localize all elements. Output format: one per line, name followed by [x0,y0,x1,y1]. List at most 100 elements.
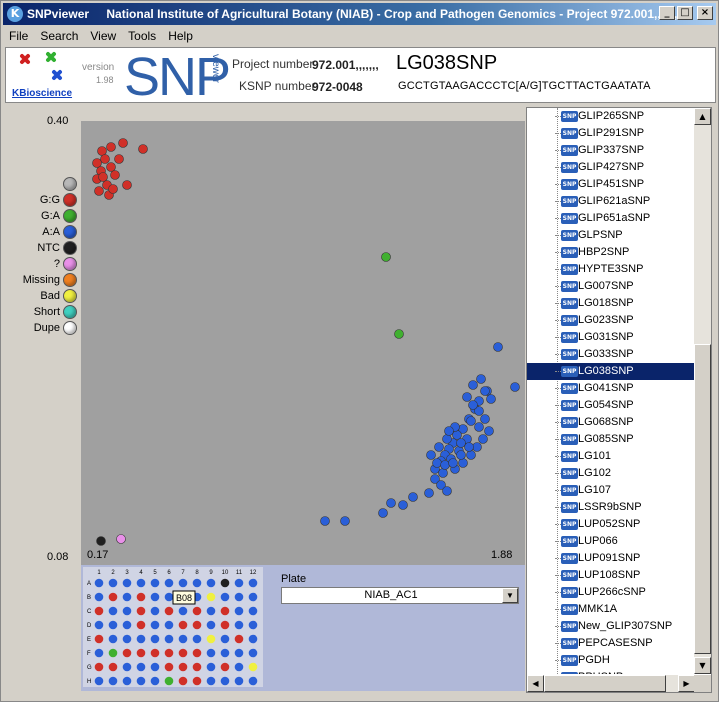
plate-well[interactable] [122,676,132,686]
snp-list-item[interactable]: SNPPPHSNP [527,669,695,674]
snp-list-item[interactable]: SNP LUP052SNP [527,516,695,533]
sample-point[interactable] [480,414,490,424]
plate-well[interactable] [122,662,132,672]
sample-point[interactable] [452,430,462,440]
snp-list-item[interactable]: SNP LG018SNP [527,295,695,312]
plate-well[interactable] [122,578,132,588]
plate-well[interactable] [178,578,188,588]
sample-point[interactable] [468,380,478,390]
cluster-plot[interactable] [81,121,525,565]
cluster-scatter[interactable] [81,121,525,551]
snp-list-item[interactable]: SNP MMK1A [527,601,695,618]
sample-point[interactable] [510,382,520,392]
snp-list-item[interactable]: SNP GLIP451SNP [527,176,695,193]
sample-point[interactable] [432,458,442,468]
plate-well[interactable] [94,606,104,616]
sample-point[interactable] [408,492,418,502]
plate-well[interactable] [206,662,216,672]
snp-list-item[interactable]: SNP LG102 [527,465,695,482]
sample-point[interactable] [394,329,404,339]
sample-point[interactable] [116,534,126,544]
plate-well[interactable] [248,662,258,672]
snp-list-item[interactable]: SNP LG107 [527,482,695,499]
sample-point[interactable] [440,460,450,470]
plate-well[interactable] [136,648,146,658]
sample-point[interactable] [96,536,106,546]
menu-file[interactable]: File [3,29,34,43]
snp-list-item[interactable]: SNP GLIP291SNP [527,125,695,142]
plate-well[interactable] [94,662,104,672]
plate-well[interactable] [108,620,118,630]
plate-well[interactable] [122,634,132,644]
scroll-up-icon[interactable]: ▲ [694,108,711,125]
sample-point[interactable] [442,434,452,444]
sample-point[interactable] [100,154,110,164]
minimize-icon[interactable]: _ [659,6,675,20]
sample-point[interactable] [98,172,108,182]
plate-well[interactable] [220,648,230,658]
plate-well[interactable] [220,620,230,630]
plate-well[interactable] [164,620,174,630]
sample-point[interactable] [106,162,116,172]
plate-well[interactable] [248,634,258,644]
plate-well[interactable] [234,634,244,644]
plate-well[interactable] [136,592,146,602]
plate-well[interactable] [178,620,188,630]
snp-list-item[interactable]: SNP HYPTE3SNP [527,261,695,278]
plate-well[interactable] [136,606,146,616]
plate-well[interactable] [150,662,160,672]
maximize-icon[interactable]: □ [677,6,693,20]
snp-list-item[interactable]: SNP HBP2SNP [527,244,695,261]
plate-well[interactable] [220,592,230,602]
sample-point[interactable] [108,184,118,194]
sample-point[interactable] [444,426,454,436]
plate-well[interactable] [206,606,216,616]
plate-well[interactable] [164,648,174,658]
snp-list-item[interactable]: SNP LG031SNP [527,329,695,346]
snp-list-item[interactable]: SNP LG085SNP [527,431,695,448]
plate-well[interactable] [108,648,118,658]
plate-well[interactable] [108,592,118,602]
plate-well[interactable] [220,676,230,686]
plate-well[interactable] [192,578,202,588]
plate-well[interactable] [248,676,258,686]
plate-well[interactable] [164,592,174,602]
scroll-left-icon[interactable]: ◀ [527,675,544,692]
snp-list-item[interactable]: SNP New_GLIP307SNP [527,618,695,635]
plate-well[interactable] [136,634,146,644]
snp-list-item[interactable]: SNP LG007SNP [527,278,695,295]
horizontal-scrollbar[interactable]: ◀ ▶ [527,675,695,692]
plate-well[interactable] [94,620,104,630]
menu-view[interactable]: View [84,29,122,43]
snp-list-item[interactable]: SNP LG038SNP [527,363,695,380]
sample-point[interactable] [320,516,330,526]
snp-list-item[interactable]: SNP LG023SNP [527,312,695,329]
plate-wells[interactable]: 1 2 3 4 5 6 7 8 9 10 11 12ABCDEFGHB08 [83,567,263,687]
sample-point[interactable] [110,170,120,180]
plate-well[interactable] [192,620,202,630]
sample-point[interactable] [106,142,116,152]
plate-well[interactable] [178,662,188,672]
sample-point[interactable] [378,508,388,518]
sample-point[interactable] [472,442,482,452]
sample-point[interactable] [474,422,484,432]
plate-well[interactable] [164,676,174,686]
snp-list-item[interactable]: SNP LG054SNP [527,397,695,414]
plate-well[interactable] [150,620,160,630]
plate-well[interactable] [248,606,258,616]
plate-well[interactable] [108,676,118,686]
plate-well[interactable] [192,662,202,672]
plate-well[interactable] [164,578,174,588]
plate-well[interactable] [94,634,104,644]
sample-point[interactable] [138,144,148,154]
sample-point[interactable] [92,158,102,168]
sample-point[interactable] [386,498,396,508]
snp-list-item[interactable]: SNP LG101 [527,448,695,465]
plate-well[interactable] [122,606,132,616]
plate-well[interactable] [94,676,104,686]
plate-well[interactable] [164,634,174,644]
plate-well[interactable] [136,620,146,630]
sample-point[interactable] [468,400,478,410]
snp-list-item[interactable]: SNP LUP091SNP [527,550,695,567]
plate-well[interactable] [150,676,160,686]
